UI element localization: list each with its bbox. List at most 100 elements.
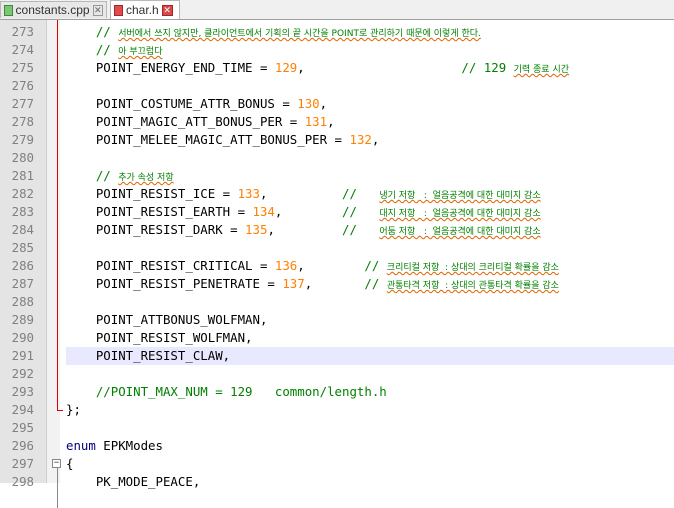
korean-comment: 대지 저항 : 얼음공격에 대한 대미지 감소 (379, 209, 541, 219)
number-literal: 131 (304, 114, 328, 129)
number-literal: 135 (245, 222, 268, 237)
korean-comment: 아 부끄럽다 (118, 47, 163, 57)
code-line[interactable]: 297 { (0, 455, 674, 473)
code-line[interactable]: 281 // 추가 속성 저항 (0, 167, 674, 185)
code-token: POINT_RESIST_EARTH = (66, 204, 253, 219)
code-text: { (66, 455, 73, 473)
code-token: , (319, 96, 328, 111)
code-line[interactable]: 280 (0, 149, 674, 167)
code-text: POINT_RESIST_CRITICAL = 136, // 크리티컬 저항 … (66, 257, 559, 277)
code-line[interactable]: 298 PK_MODE_PEACE, (0, 473, 674, 491)
code-line[interactable]: 291 POINT_RESIST_CLAW, (0, 347, 674, 365)
code-text: PK_MODE_PEACE, (66, 473, 200, 491)
code-line[interactable]: 292 (0, 365, 674, 383)
code-line[interactable]: 294}; (0, 401, 674, 419)
code-text: // 추가 속성 저항 (66, 167, 174, 187)
file-saved-icon (4, 4, 13, 16)
code-token: POINT_ENERGY_END_TIME = (66, 60, 275, 75)
code-line[interactable]: 278 POINT_MAGIC_ATT_BONUS_PER = 131, (0, 113, 674, 131)
code-text: POINT_ENERGY_END_TIME = 129, // 129 기력 종… (66, 59, 569, 79)
code-text: POINT_RESIST_EARTH = 134, // 대지 저항 : 얼음공… (66, 203, 541, 223)
code-text: POINT_ATTBONUS_WOLFMAN, (66, 311, 268, 329)
line-number: 298 (11, 474, 34, 489)
code-token: POINT_MAGIC_ATT_BONUS_PER = (66, 114, 305, 129)
line-number: 277 (11, 96, 34, 111)
code-text: POINT_COSTUME_ATTR_BONUS = 130, (66, 95, 327, 113)
keyword: enum (66, 438, 96, 453)
code-token: POINT_ATTBONUS_WOLFMAN, (66, 312, 268, 327)
code-text: // 서버에서 쓰지 않지만, 클라이언트에서 기획의 끝 시간을 POINT로… (66, 23, 481, 43)
code-line[interactable]: 288 (0, 293, 674, 311)
code-token: POINT_RESIST_CRITICAL = (66, 258, 275, 273)
code-line[interactable]: 290 POINT_RESIST_WOLFMAN, (0, 329, 674, 347)
code-token: POINT_RESIST_WOLFMAN, (66, 330, 253, 345)
korean-comment: 크리티컬 저항 : 상대의 크리티컬 확률을 감소 (386, 263, 559, 273)
code-line[interactable]: 276 (0, 77, 674, 95)
line-number: 282 (11, 186, 34, 201)
line-number: 274 (11, 42, 34, 57)
code-token: PK_MODE_PEACE, (66, 474, 201, 489)
line-number: 296 (11, 438, 34, 453)
code-token: , (274, 204, 343, 219)
code-line[interactable]: 286 POINT_RESIST_CRITICAL = 136, // 크리티컬… (0, 257, 674, 275)
code-token: POINT_RESIST_DARK = (66, 222, 246, 237)
line-number: 276 (11, 78, 34, 93)
tab-constants-cpp[interactable]: constants.cpp ✕ (0, 1, 107, 18)
code-text: }; (66, 401, 81, 419)
tab-char-h[interactable]: char.h ✕ (110, 0, 180, 19)
code-line[interactable]: 282 POINT_RESIST_ICE = 133, // 냉기 저항 : 얼… (0, 185, 674, 203)
comment: // (364, 276, 387, 291)
comment: // 129 (461, 60, 514, 75)
code-line[interactable]: 273 // 서버에서 쓰지 않지만, 클라이언트에서 기획의 끝 시간을 PO… (0, 23, 674, 41)
number-literal: 129 (274, 60, 298, 75)
number-literal: 132 (349, 132, 372, 147)
code-token: { (66, 456, 74, 471)
code-line[interactable]: 296 enum EPKModes (0, 437, 674, 455)
korean-comment: 어둠 저항 : 얼음공격에 대한 대미지 감소 (379, 227, 541, 237)
code-text: //POINT_MAX_NUM = 129 common/length.h (66, 383, 387, 401)
line-number: 295 (11, 420, 34, 435)
fold-toggle-icon[interactable]: − (52, 459, 61, 468)
comment: // (364, 258, 387, 273)
code-editor[interactable]: 273 // 서버에서 쓰지 않지만, 클라이언트에서 기획의 끝 시간을 PO… (0, 20, 674, 508)
line-number: 279 (11, 132, 34, 147)
fold-range-line (57, 20, 58, 410)
code-line[interactable]: 289 POINT_ATTBONUS_WOLFMAN, (0, 311, 674, 329)
code-line[interactable]: 274 // 아 부끄럽다 (0, 41, 674, 59)
code-token: , (297, 258, 365, 273)
line-number: 287 (11, 276, 34, 291)
code-line[interactable]: 293 //POINT_MAX_NUM = 129 common/length.… (0, 383, 674, 401)
line-number: 283 (11, 204, 34, 219)
line-number: 281 (11, 168, 34, 183)
line-number: 278 (11, 114, 34, 129)
code-line[interactable]: 283 POINT_RESIST_EARTH = 134, // 대지 저항 :… (0, 203, 674, 221)
number-literal: 137 (282, 276, 305, 291)
code-text: POINT_RESIST_DARK = 135, // 어둠 저항 : 얼음공격… (66, 221, 541, 241)
code-token: , (267, 222, 343, 237)
code-text: POINT_RESIST_CLAW, (66, 347, 230, 365)
line-number: 284 (11, 222, 34, 237)
code-token: , (327, 114, 335, 129)
line-number: 289 (11, 312, 34, 327)
number-literal: 130 (297, 96, 320, 111)
korean-comment: 추가 속성 저항 (118, 173, 174, 183)
code-line[interactable]: 279 POINT_MELEE_MAGIC_ATT_BONUS_PER = 13… (0, 131, 674, 149)
line-number: 286 (11, 258, 34, 273)
line-number: 273 (11, 24, 34, 39)
code-line[interactable]: 287 POINT_RESIST_PENETRATE = 137, // 관통타… (0, 275, 674, 293)
code-text: POINT_RESIST_ICE = 133, // 냉기 저항 : 얼음공격에… (66, 185, 541, 205)
code-line[interactable]: 277 POINT_COSTUME_ATTR_BONUS = 130, (0, 95, 674, 113)
comment: // (342, 204, 380, 219)
close-icon[interactable]: ✕ (161, 4, 173, 16)
code-token: EPKModes (95, 438, 163, 453)
code-text: POINT_MELEE_MAGIC_ATT_BONUS_PER = 132, (66, 131, 380, 149)
fold-range-line (57, 468, 58, 508)
close-icon[interactable]: ✕ (92, 4, 103, 16)
code-line[interactable]: 295 (0, 419, 674, 437)
code-token: , (297, 60, 462, 75)
code-token: , (371, 132, 380, 147)
code-line[interactable]: 284 POINT_RESIST_DARK = 135, // 어둠 저항 : … (0, 221, 674, 239)
code-line[interactable]: 285 (0, 239, 674, 257)
code-text: POINT_RESIST_WOLFMAN, (66, 329, 253, 347)
code-line[interactable]: 275 POINT_ENERGY_END_TIME = 129, // 129 … (0, 59, 674, 77)
